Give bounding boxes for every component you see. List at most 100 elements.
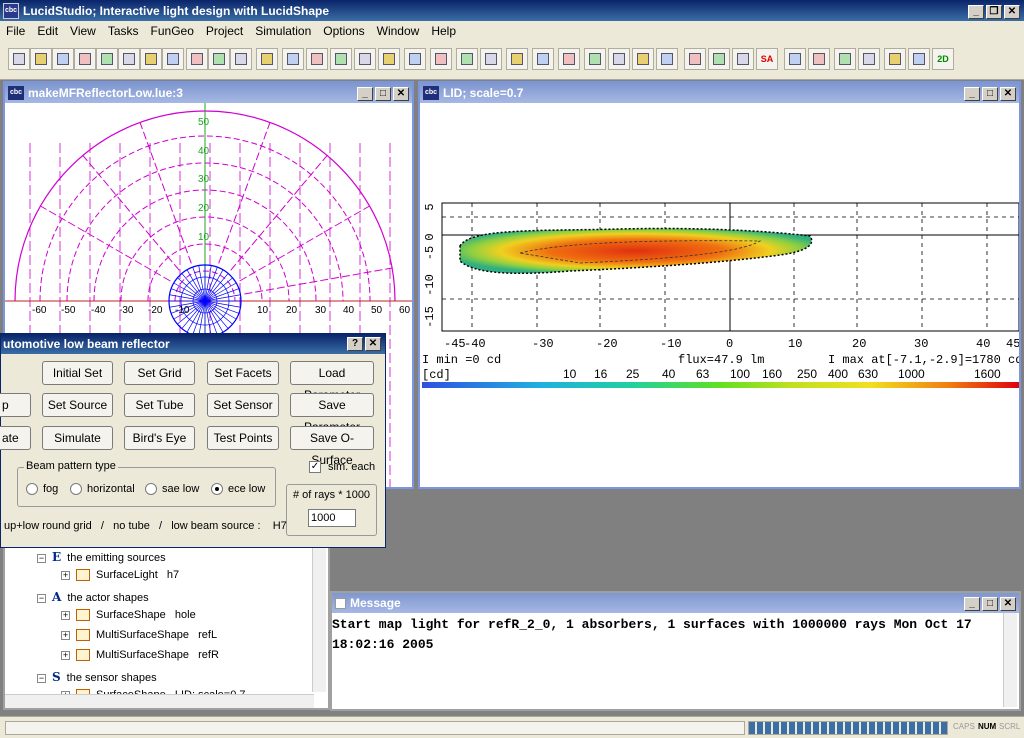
expand-icon[interactable]: +	[61, 651, 70, 660]
grid-icon[interactable]	[162, 48, 184, 70]
tree-item[interactable]: + SurfaceShape hole	[61, 609, 196, 622]
dialog-close-button[interactable]: ✕	[365, 337, 381, 351]
radio-fog[interactable]: fog	[26, 483, 58, 495]
tree-item[interactable]: + MultiSurfaceShape refR	[61, 649, 219, 662]
tree-item[interactable]: − Sthe sensor shapes	[37, 670, 157, 684]
pe-icon[interactable]	[256, 48, 278, 70]
sa-icon[interactable]: SA	[756, 48, 778, 70]
ab-icon[interactable]	[306, 48, 328, 70]
text-icon[interactable]	[506, 48, 528, 70]
message-minimize-button[interactable]: _	[964, 597, 980, 611]
open-s-icon[interactable]	[96, 48, 118, 70]
open-r-icon[interactable]	[52, 48, 74, 70]
yxz-icon[interactable]	[858, 48, 880, 70]
2d-icon[interactable]: 2D	[932, 48, 954, 70]
yzz-icon[interactable]	[834, 48, 856, 70]
lid-plot[interactable]: 5 0 -5 -10 -15 -45-40 -30 -20 -10 0 10 20 30 40 45 I m…	[420, 103, 1019, 487]
birds-eye-button[interactable]: Bird's Eye	[124, 426, 195, 450]
clipped-p-button[interactable]: p	[0, 393, 31, 417]
ar-icon[interactable]	[282, 48, 304, 70]
shape-icon[interactable]	[404, 48, 426, 70]
radio-horizontal[interactable]: horizontal	[70, 483, 135, 495]
set-source-button[interactable]: Set Source	[42, 393, 113, 417]
checkmark-icon[interactable]: ✓	[309, 461, 321, 473]
menu-project[interactable]: Project	[200, 24, 249, 38]
lines-icon[interactable]	[430, 48, 452, 70]
radio-ece-low[interactable]: ece low	[211, 483, 265, 495]
message-close-button[interactable]: ✕	[1000, 597, 1016, 611]
radio-sae-low[interactable]: sae low	[145, 483, 199, 495]
reflector-maximize-button[interactable]: □	[375, 87, 391, 101]
menu-fungeo[interactable]: FunGeo	[145, 24, 200, 38]
cross-icon[interactable]	[608, 48, 630, 70]
yxx-icon[interactable]	[784, 48, 806, 70]
lid-maximize-button[interactable]: □	[982, 87, 998, 101]
star-icon[interactable]	[532, 48, 554, 70]
rainbow-icon[interactable]	[456, 48, 478, 70]
box-icon[interactable]	[732, 48, 754, 70]
save-icon[interactable]	[118, 48, 140, 70]
menu-view[interactable]: View	[64, 24, 102, 38]
radio-fog-circle[interactable]	[26, 483, 38, 495]
beam-icon[interactable]	[378, 48, 400, 70]
restore-button[interactable]: ❐	[986, 5, 1002, 19]
rays-input[interactable]	[308, 509, 356, 527]
expand-icon[interactable]: +	[61, 631, 70, 640]
zxx-icon[interactable]	[884, 48, 906, 70]
r-icon[interactable]	[584, 48, 606, 70]
tree-item[interactable]: − Ethe emitting sources	[37, 550, 166, 564]
menu-help[interactable]: Help	[425, 24, 462, 38]
sphere-icon[interactable]	[684, 48, 706, 70]
collapse-icon[interactable]: −	[37, 674, 46, 683]
new-icon[interactable]	[8, 48, 30, 70]
initial-set-button[interactable]: Initial Set	[42, 361, 113, 385]
open-e-icon[interactable]	[74, 48, 96, 70]
x-icon[interactable]	[632, 48, 654, 70]
menu-tasks[interactable]: Tasks	[102, 24, 145, 38]
m-icon[interactable]	[558, 48, 580, 70]
test-points-button[interactable]: Test Points	[207, 426, 279, 450]
simulate-button[interactable]: Simulate	[42, 426, 113, 450]
expand-icon[interactable]: +	[61, 611, 70, 620]
list-icon[interactable]	[230, 48, 252, 70]
copy-icon[interactable]	[140, 48, 162, 70]
close-button[interactable]: ✕	[1004, 5, 1020, 19]
table-icon[interactable]	[186, 48, 208, 70]
set-tube-button[interactable]: Set Tube	[124, 393, 195, 417]
zoom-in-icon[interactable]	[330, 48, 352, 70]
minimize-button[interactable]: _	[968, 5, 984, 19]
set-sensor-button[interactable]: Set Sensor	[207, 393, 279, 417]
tree-vertical-scrollbar[interactable]	[312, 542, 326, 692]
message-scrollbar[interactable]	[1003, 613, 1017, 707]
reflector-close-button[interactable]: ✕	[393, 87, 409, 101]
collapse-icon[interactable]: −	[37, 554, 46, 563]
open-a-icon[interactable]	[30, 48, 52, 70]
help-button[interactable]: ?	[347, 337, 363, 351]
message-maximize-button[interactable]: □	[982, 597, 998, 611]
save-parameter-button[interactable]: Save Parameter	[290, 393, 374, 434]
menu-window[interactable]: Window	[371, 24, 426, 38]
set-facets-button[interactable]: Set Facets	[207, 361, 279, 385]
expand-icon[interactable]: +	[61, 571, 70, 580]
reflector-minimize-button[interactable]: _	[357, 87, 373, 101]
clipped-ate-button[interactable]: ate	[0, 426, 31, 450]
cube-icon[interactable]	[708, 48, 730, 70]
menu-edit[interactable]: Edit	[31, 24, 64, 38]
set-grid-button[interactable]: Set Grid	[124, 361, 195, 385]
collapse-icon[interactable]: −	[37, 594, 46, 603]
tree-item[interactable]: + SurfaceLight h7	[61, 569, 179, 582]
save-o-surface-button[interactable]: Save O-Surface	[290, 426, 374, 467]
sim-each-checkbox[interactable]: ✓ sim. each	[309, 461, 375, 473]
zoom-out-icon[interactable]	[354, 48, 376, 70]
radio-ece-low-circle[interactable]	[211, 483, 223, 495]
menu-simulation[interactable]: Simulation	[249, 24, 317, 38]
tree-horizontal-scrollbar[interactable]	[5, 694, 314, 708]
lid-minimize-button[interactable]: _	[964, 87, 980, 101]
layout-icon[interactable]	[208, 48, 230, 70]
radio-sae-low-circle[interactable]	[145, 483, 157, 495]
heatmap-icon[interactable]	[480, 48, 502, 70]
load-parameter-button[interactable]: Load Parameter	[290, 361, 374, 402]
menu-options[interactable]: Options	[317, 24, 370, 38]
zxz-icon[interactable]	[908, 48, 930, 70]
radio-horizontal-circle[interactable]	[70, 483, 82, 495]
